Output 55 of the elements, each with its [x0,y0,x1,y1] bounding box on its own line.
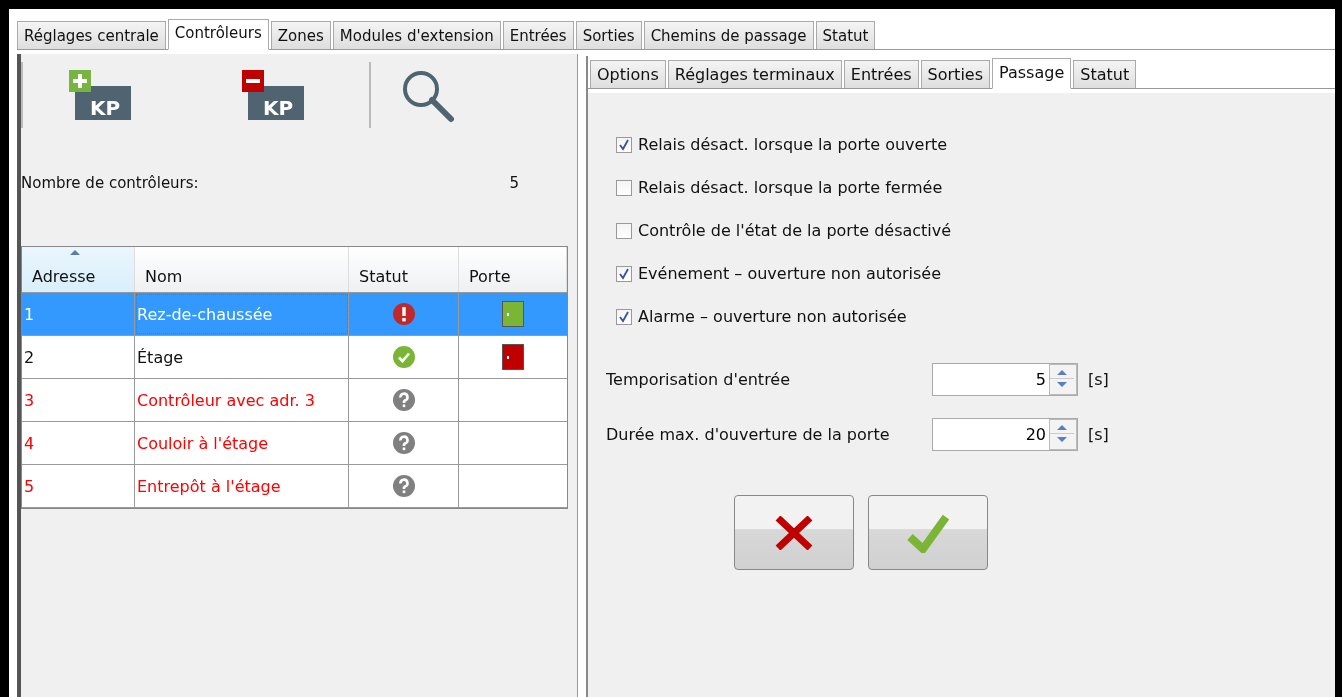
checkbox-label: Relais désact. lorsque la porte ouverte [638,135,948,154]
table-cell: 3 [22,379,135,421]
tab[interactable]: Entrées [502,21,574,49]
tab[interactable]: Contrôleurs [167,19,269,50]
column-header[interactable]: Statut [349,247,459,292]
tab[interactable]: Réglages terminaux [667,60,842,88]
tab[interactable]: Modules d'extension [332,21,501,49]
unit-label: [s] [1088,425,1109,444]
tab[interactable]: Passage [992,58,1072,89]
confirm-button[interactable] [868,495,988,570]
checkbox-label: Evénement – ouverture non autorisée [638,264,942,283]
table-cell: Entrepôt à l'étage [135,465,349,507]
number-field[interactable]: 20 [932,418,1078,451]
tab[interactable]: Chemins de passage [643,21,814,49]
table-cell: Couloir à l'étage [135,422,349,464]
tab[interactable]: Entrées [843,60,919,88]
checkbox-label: Alarme – ouverture non autorisée [638,307,907,326]
check-icon [907,512,949,553]
tab[interactable]: Statut [1073,60,1137,88]
table-cell: Contrôleur avec adr. 3 [135,379,349,421]
tab[interactable]: Sorties [920,60,990,88]
tab[interactable]: Options [590,60,666,88]
close-icon [774,515,814,550]
tab[interactable]: Statut [815,21,876,49]
checkbox[interactable] [616,179,632,196]
table-cell: Rez-de-chaussée [135,293,349,335]
tab[interactable]: Sorties [575,21,642,49]
table-row[interactable]: 2 Étage [22,336,567,379]
sort-icon [70,250,80,255]
cancel-button[interactable] [734,495,854,570]
unit-label: [s] [1088,370,1109,389]
field-label: Temporisation d'entrée [606,370,792,389]
table-row[interactable]: 5 Entrepôt à l'étage [22,465,567,508]
column-header[interactable]: Nom [135,247,349,292]
column-header[interactable]: Porte [459,247,567,292]
checkbox-label: Relais désact. lorsque la porte fermée [638,178,943,197]
table-cell: 5 [22,465,135,507]
checkbox[interactable] [616,308,632,325]
number-field[interactable]: 5 [932,363,1078,396]
table-cell: Étage [135,336,349,378]
field-label: Durée max. d'ouverture de la porte [606,425,891,444]
tab[interactable]: Réglages centrale [17,21,166,49]
tab[interactable]: Zones [270,21,331,49]
count-value: 5 [509,174,519,192]
table-row[interactable]: 3 Contrôleur avec adr. 3 [22,379,567,422]
table-row[interactable]: 4 Couloir à l'étage [22,422,567,465]
table-cell: 4 [22,422,135,464]
table-cell: 1 [22,293,135,335]
checkbox[interactable] [616,136,632,153]
table-cell: 2 [22,336,135,378]
count-label: Nombre de contrôleurs: [21,174,199,192]
checkbox[interactable] [616,265,632,282]
checkbox-label: Contrôle de l'état de la porte désactivé [638,221,952,240]
column-header[interactable]: Adresse [22,247,135,292]
checkbox[interactable] [616,222,632,239]
